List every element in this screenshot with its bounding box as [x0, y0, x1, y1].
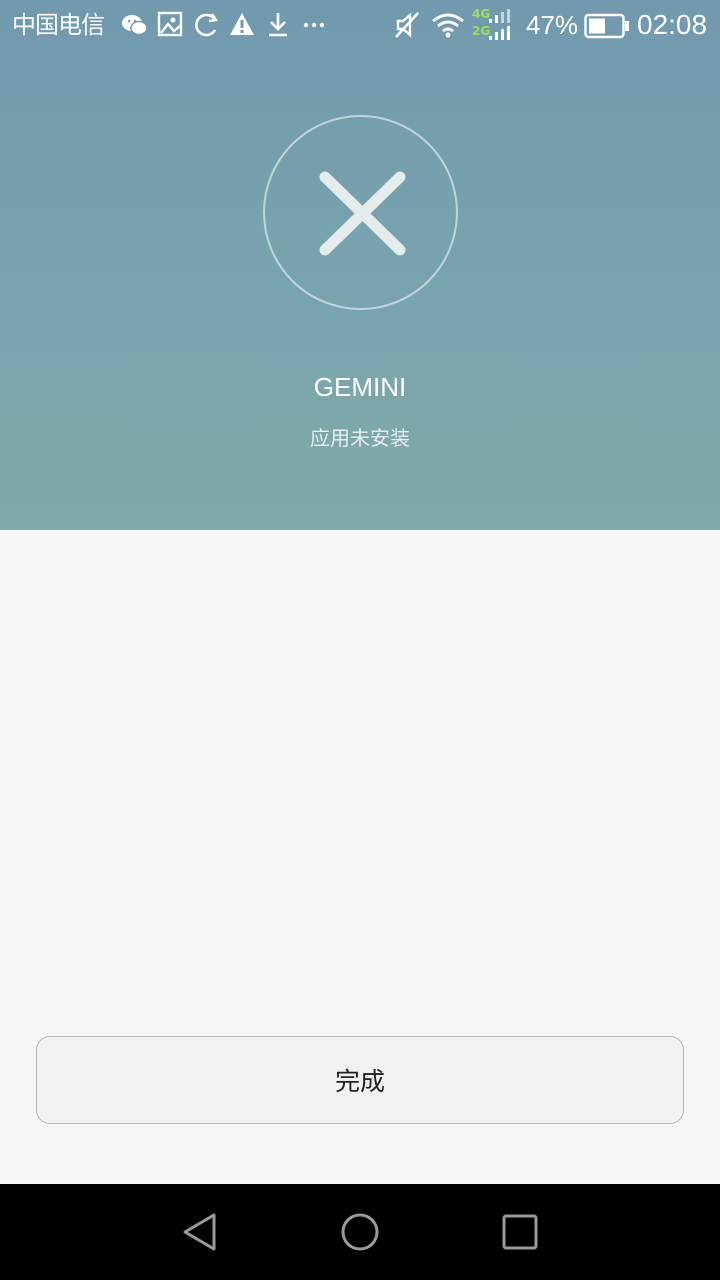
svg-text:4G: 4G	[472, 7, 490, 21]
image-icon	[157, 10, 185, 44]
back-button[interactable]	[152, 1184, 248, 1280]
header-area: 中国电信 4G 2G 47% 02:08 GEMINI 应用未安装	[0, 0, 720, 530]
wechat-icon	[120, 10, 150, 44]
recents-icon	[502, 1214, 538, 1250]
back-icon	[183, 1213, 216, 1251]
navigation-bar	[0, 1184, 720, 1280]
signal-icon: 4G 2G	[471, 4, 517, 48]
done-button-label: 完成	[334, 1067, 385, 1096]
app-name: GEMINI	[313, 372, 407, 402]
carrier-name: 中国电信	[12, 11, 105, 39]
more-icon	[302, 10, 328, 44]
battery-percent: 47%	[526, 10, 579, 40]
wifi-icon	[430, 10, 466, 44]
status-bar: 中国电信 4G 2G 47% 02:08	[0, 0, 720, 52]
home-button[interactable]	[312, 1184, 408, 1280]
home-icon	[341, 1213, 379, 1251]
install-status-text: 应用未安装	[310, 426, 410, 450]
svg-text:2G: 2G	[472, 24, 490, 38]
sync-icon	[193, 10, 221, 44]
clock: 02:08	[637, 9, 708, 40]
close-icon	[319, 171, 406, 256]
install-result-screen: 中国电信 4G 2G 47% 02:08 GEMINI 应用未安装 完成	[0, 0, 720, 1280]
recents-button[interactable]	[472, 1184, 568, 1280]
warning-icon	[228, 10, 256, 44]
download-icon	[266, 10, 290, 44]
mute-icon	[393, 10, 421, 44]
install-failed-badge	[263, 115, 458, 310]
done-button[interactable]: 完成	[36, 1036, 684, 1124]
battery-icon	[584, 12, 630, 44]
